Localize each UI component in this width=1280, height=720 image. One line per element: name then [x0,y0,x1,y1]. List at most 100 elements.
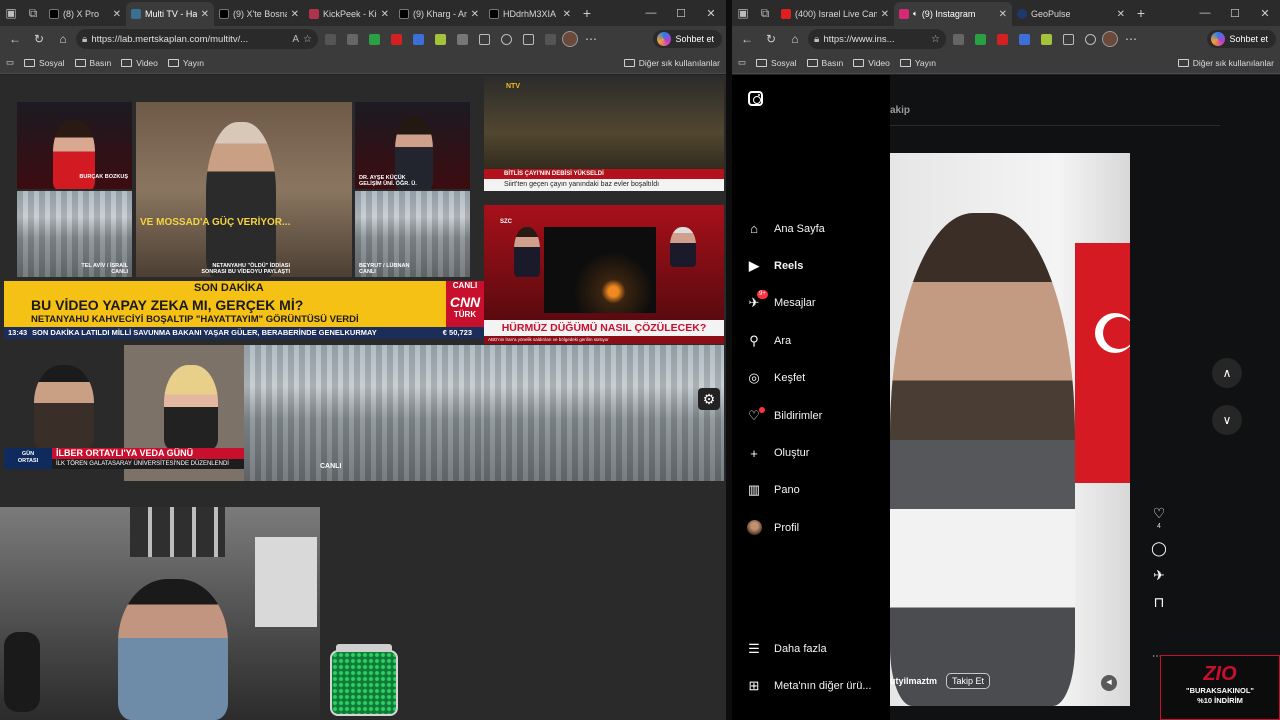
back-icon[interactable]: ← [4,28,26,50]
bookmark-folder-basin[interactable]: Basın [806,58,843,68]
extension-icon[interactable] [432,31,448,47]
new-tab-button[interactable]: + [1130,5,1152,21]
other-favorites[interactable]: Diğer sık kullanılanlar [1177,58,1274,68]
video-feed-szc[interactable]: SZC [484,205,724,320]
following-header[interactable]: akip [890,105,910,116]
tab-kharg[interactable]: (9) Kharg - Ar ✕ [394,2,484,26]
close-icon[interactable]: ✕ [1117,9,1125,20]
nav-messages[interactable]: ✈ 9+ Mesajlar [746,285,886,322]
tab-hddrhm[interactable]: HDdrhM3XIA ✕ [484,2,576,26]
settings-gear-button[interactable]: ⚙ [698,388,720,410]
extension-icon[interactable] [344,31,360,47]
bookmark-folder-basin[interactable]: Basın [74,58,111,68]
minimize-icon[interactable]: — [636,7,666,20]
next-reel-button[interactable]: ∨ [1212,405,1242,435]
extension-icon[interactable] [454,31,470,47]
more-menu-icon[interactable]: ⋯ [1120,28,1142,50]
extension-icon[interactable] [972,31,988,47]
nav-profile[interactable]: Profil [746,509,886,546]
video-feed-beirut-cam[interactable] [484,345,724,481]
reel-video[interactable] [890,153,1130,706]
address-bar[interactable]: 🔒︎ https://www.ins... ☆ [808,29,946,49]
nav-home[interactable]: ⌂ Ana Sayfa [746,210,886,247]
video-feed-beyrut[interactable]: BEYRUT / LÜBNAN CANLI [355,191,470,277]
read-aloud-icon[interactable]: A [292,34,299,45]
workspaces-icon[interactable]: ▣ [732,2,754,24]
tab-instagram[interactable]: 🔈︎ (9) Instagram ✕ [894,2,1012,26]
comment-button[interactable]: ◯ [1148,540,1170,557]
video-feed-ayse[interactable]: DR. AYŞE KÜÇÜK GELİŞİM ÜNİ. ÖĞR. Ü. [355,102,470,189]
nav-create[interactable]: + Oluştur [746,434,886,471]
nav-notifications[interactable]: ♡ Bildirimler [746,397,886,434]
extension-icon[interactable] [322,31,338,47]
tab-geopulse[interactable]: GeoPulse ✕ [1012,2,1130,26]
nav-more[interactable]: ☰ Daha fazla [746,630,896,667]
close-icon[interactable]: ✕ [291,9,299,20]
nav-reels[interactable]: ▶ Reels [746,247,886,284]
video-feed-burcak[interactable]: BURÇAK BOZKUŞ [17,102,132,189]
profile-avatar[interactable] [1102,31,1118,47]
share-button[interactable]: ✈ [1148,567,1170,584]
new-tab-button[interactable]: + [576,5,598,21]
close-window-icon[interactable]: ✕ [1250,7,1280,20]
close-icon[interactable]: ✕ [999,9,1007,20]
split-screen-icon[interactable] [1060,31,1076,47]
bookmarks-menu-icon[interactable]: ▭ [738,57,746,68]
favorites-icon[interactable] [498,31,514,47]
maximize-icon[interactable]: ☐ [666,7,696,20]
video-feed-netanyahu[interactable]: VE MOSSAD'A GÜÇ VERİYOR... NETANYAHU "ÖL… [136,102,352,277]
close-icon[interactable]: ✕ [381,9,389,20]
bookmark-folder-sosyal[interactable]: Sosyal [24,58,65,68]
bookmark-folder-yayin[interactable]: Yayın [167,58,204,68]
extension-icon[interactable] [994,31,1010,47]
home-icon[interactable]: ⌂ [52,28,74,50]
close-icon[interactable]: ✕ [113,9,121,20]
bookmark-folder-yayin[interactable]: Yayın [899,58,936,68]
save-button[interactable]: ⊓ [1148,594,1170,611]
tab-kickpeek[interactable]: KickPeek - Kic ✕ [304,2,394,26]
previous-reel-button[interactable]: ∧ [1212,358,1242,388]
favorite-star-icon[interactable]: ☆ [931,34,940,45]
follow-button[interactable]: Takip Et [946,673,991,689]
profile-avatar[interactable] [562,31,578,47]
tab-actions-icon[interactable]: ⧉ [22,2,44,24]
copilot-button[interactable]: Sohbet et [653,30,722,48]
nav-search[interactable]: ⚲ Ara [746,322,886,359]
extension-icon[interactable] [950,31,966,47]
mute-icon[interactable]: ◀︎ [1101,675,1117,691]
tab-x-bosna[interactable]: (9) X'te Bosna ✕ [214,2,304,26]
instagram-logo-icon[interactable] [748,91,763,106]
tab-israel-live-cams[interactable]: (400) Israel Live Cams ✕ [776,2,894,26]
speaker-icon[interactable]: 🔈︎ [913,9,918,19]
home-icon[interactable]: ⌂ [784,28,806,50]
extension-icon[interactable] [542,31,558,47]
bookmark-folder-sosyal[interactable]: Sosyal [756,58,797,68]
extension-icon[interactable] [388,31,404,47]
nav-explore[interactable]: ◎ Keşfet [746,360,886,397]
close-icon[interactable]: ✕ [881,9,889,20]
back-icon[interactable]: ← [736,28,758,50]
bookmark-folder-video[interactable]: Video [121,58,158,68]
workspaces-icon[interactable]: ▣ [0,2,22,24]
tab-x-pro[interactable]: (8) X Pro ✕ [44,2,126,26]
extension-icon[interactable] [410,31,426,47]
nav-dashboard[interactable]: ▥ Pano [746,472,886,509]
close-icon[interactable]: ✕ [563,9,571,20]
split-screen-icon[interactable] [476,31,492,47]
extension-icon[interactable] [1016,31,1032,47]
bookmark-folder-video[interactable]: Video [853,58,890,68]
close-icon[interactable]: ✕ [201,9,209,20]
reel-username[interactable]: utyilmaztm [890,676,937,686]
close-icon[interactable]: ✕ [471,9,479,20]
more-menu-icon[interactable]: ⋯ [580,28,602,50]
refresh-icon[interactable]: ↻ [28,28,50,50]
nav-meta-products[interactable]: ⊞ Meta'nın diğer ürü... [746,667,896,704]
video-feed-telaviv[interactable]: TEL AVİV / İSRAİL CANLI [17,191,132,277]
minimize-icon[interactable]: — [1190,7,1220,20]
extension-icon[interactable] [366,31,382,47]
tab-actions-icon[interactable]: ⧉ [754,2,776,24]
refresh-icon[interactable]: ↻ [760,28,782,50]
copilot-button[interactable]: Sohbet et [1207,30,1276,48]
extension-icon[interactable] [1038,31,1054,47]
tab-multi-tv[interactable]: Multi TV - Hab✕ [126,2,214,26]
